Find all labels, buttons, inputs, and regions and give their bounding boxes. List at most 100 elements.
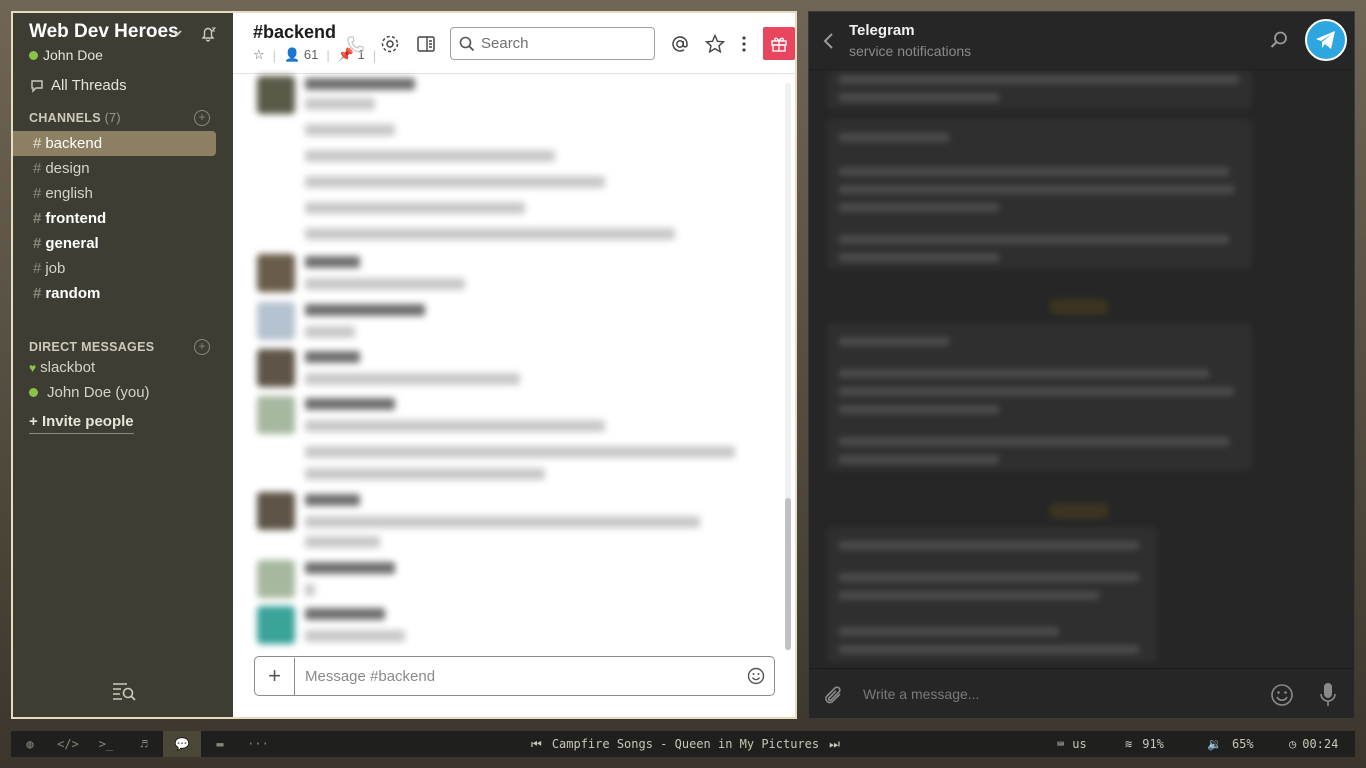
chat-subtitle: service notifications — [849, 43, 972, 59]
presence-icon — [29, 388, 38, 397]
search-input[interactable]: Search — [450, 27, 655, 60]
heart-icon: ♥ — [29, 360, 37, 375]
sidebar-item-design[interactable]: # design — [13, 156, 216, 181]
star-icon[interactable] — [704, 33, 726, 55]
channel-label: backend — [45, 135, 103, 152]
channel-label: random — [45, 285, 101, 302]
workspace-name[interactable]: Web Dev Heroes — [29, 21, 179, 43]
attach-plus-button[interactable]: + — [255, 657, 295, 695]
clock-icon: ◷ — [1289, 737, 1297, 751]
add-dm-icon[interactable]: + — [194, 339, 210, 355]
smiley-icon — [747, 667, 765, 685]
hash-icon: # — [33, 260, 42, 277]
members-count[interactable]: 👤 61 — [284, 47, 318, 63]
dm-item-slackbot[interactable]: ♥ slackbot — [29, 359, 95, 376]
chat-icon[interactable]: 💬 — [163, 731, 201, 757]
taskbar: ◍ </> >_ ♬ 💬 ▬ ··· ⏮ Campfire Songs - Queen in… — [11, 731, 1355, 757]
keyboard-icon: ⌨ — [1057, 737, 1065, 751]
microphone-icon[interactable] — [1319, 682, 1337, 708]
presence-icon — [29, 51, 38, 60]
search-icon[interactable] — [1269, 30, 1289, 50]
paper-plane-icon — [1316, 31, 1335, 49]
hash-icon: # — [33, 185, 42, 202]
channel-label: frontend — [45, 210, 107, 227]
emoji-button[interactable] — [738, 667, 774, 685]
threads-icon — [31, 79, 43, 93]
channels-header[interactable]: CHANNELS (7) — [29, 111, 121, 125]
gift-button[interactable] — [763, 27, 795, 60]
search-icon — [459, 36, 475, 51]
more-icon[interactable]: ··· — [239, 731, 277, 757]
message-list[interactable] — [233, 74, 783, 652]
hash-icon: # — [33, 160, 42, 177]
slack-sidebar: Web Dev Heroes John Doe All Threads CHAN… — [13, 13, 233, 717]
previous-track-icon[interactable]: ⏮ — [531, 737, 542, 752]
channel-label: general — [45, 235, 99, 252]
paperclip-icon[interactable] — [823, 683, 845, 707]
slack-main: #backend ☆ | 👤 61 | 📌 1 | Search + Messa… — [233, 13, 795, 717]
globe-icon[interactable]: ◍ — [11, 731, 49, 757]
add-channel-icon[interactable]: + — [194, 110, 210, 126]
sidebar-item-backend[interactable]: # backend — [13, 131, 216, 156]
back-arrow-icon[interactable] — [821, 32, 837, 50]
current-user[interactable]: John Doe — [29, 47, 103, 63]
emoji-icon[interactable] — [1270, 683, 1294, 707]
phone-icon[interactable] — [345, 33, 367, 55]
chevron-down-icon[interactable] — [171, 27, 183, 39]
music-icon[interactable]: ♬ — [125, 731, 163, 757]
invite-people-link[interactable]: + Invite people — [29, 413, 134, 434]
quick-switcher-icon[interactable] — [111, 681, 137, 701]
message-input[interactable]: Message #backend — [295, 668, 738, 685]
code-icon[interactable]: </> — [49, 731, 87, 757]
chat-message — [827, 119, 1252, 269]
telegram-header: Telegram service notifications — [809, 12, 1354, 70]
clock: ◷ 00:24 — [1289, 737, 1339, 751]
channel-label: design — [45, 160, 90, 177]
telegram-tray-icon[interactable] — [1305, 19, 1347, 61]
hash-icon: # — [33, 135, 42, 152]
keyboard-layout[interactable]: ⌨ us — [1057, 731, 1087, 757]
now-playing[interactable]: ⏮ Campfire Songs - Queen in My Pictures … — [531, 731, 840, 757]
more-vertical-icon[interactable] — [733, 33, 755, 55]
terminal-icon[interactable]: >_ — [87, 731, 125, 757]
chat-message — [827, 71, 1252, 109]
hash-icon: # — [33, 210, 42, 227]
chat-message — [827, 323, 1252, 471]
star-icon[interactable]: ☆ — [253, 47, 265, 63]
chat-title[interactable]: Telegram — [849, 22, 915, 39]
dm-header[interactable]: DIRECT MESSAGES — [29, 340, 154, 354]
sidebar-item-random[interactable]: # random — [13, 281, 216, 306]
wifi-icon: ≋ — [1125, 737, 1133, 751]
volume-status[interactable]: 🔉 65% — [1207, 731, 1254, 757]
gear-icon[interactable] — [379, 33, 401, 55]
sidebar-item-general[interactable]: # general — [13, 231, 216, 256]
hash-icon: # — [33, 285, 42, 302]
telegram-message-input[interactable]: Write a message... — [863, 686, 979, 702]
channel-label: english — [45, 185, 93, 202]
hash-icon: # — [33, 235, 42, 252]
channel-label: job — [45, 260, 66, 277]
date-separator — [1049, 503, 1109, 519]
date-separator — [1049, 299, 1109, 315]
sidebar-item-frontend[interactable]: # frontend — [13, 206, 216, 231]
bell-icon[interactable] — [199, 25, 217, 43]
next-track-icon[interactable]: ⏭ — [829, 737, 840, 752]
sidebar-item-english[interactable]: # english — [13, 181, 216, 206]
channel-title[interactable]: #backend — [253, 22, 336, 43]
telegram-message-list[interactable] — [809, 71, 1354, 666]
volume-icon: 🔉 — [1207, 737, 1222, 751]
all-threads-link[interactable]: All Threads — [29, 77, 127, 94]
sidebar-item-job[interactable]: # job — [13, 256, 216, 281]
mentions-icon[interactable] — [669, 33, 691, 55]
chat-message — [827, 527, 1157, 663]
details-pane-icon[interactable] — [415, 33, 437, 55]
telegram-window: Telegram service notifications Write a m… — [808, 11, 1355, 719]
dm-item-self[interactable]: John Doe (you) — [29, 384, 150, 401]
telegram-composer[interactable]: Write a message... — [809, 668, 1354, 718]
wifi-status[interactable]: ≋ 91% — [1125, 731, 1164, 757]
gift-icon — [771, 37, 787, 52]
folder-icon[interactable]: ▬ — [201, 731, 239, 757]
slack-window: Web Dev Heroes John Doe All Threads CHAN… — [11, 11, 797, 719]
message-composer[interactable]: + Message #backend — [254, 656, 775, 696]
message-scroll-thumb[interactable] — [785, 498, 791, 650]
